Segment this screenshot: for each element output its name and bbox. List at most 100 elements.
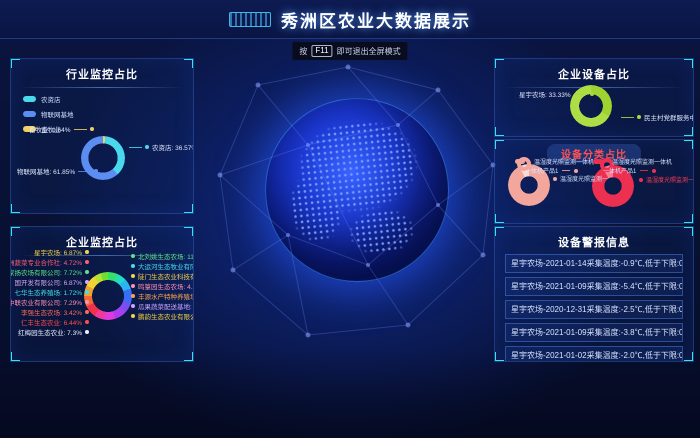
corner-bracket: [184, 226, 194, 236]
legend-swatch: [593, 159, 603, 164]
chart-callout: 物联网基地: 61.85%: [17, 166, 98, 176]
legend-label: 温湿度光照监测一体机: [534, 157, 594, 166]
callout-text: 国开发有限公司: 6.87%: [14, 277, 82, 287]
panel-industry-ratio: 行业监控占比 农资店 物联网基地 畜牧业 畜牧业: 1.64% 农资店: 36.…: [10, 58, 194, 214]
callout-text: 陡门生态农业科技有限公: [138, 271, 194, 281]
callout-dot: [131, 314, 135, 318]
enterprise-donut-chart[interactable]: [84, 272, 132, 320]
callout-dot: [639, 178, 643, 182]
panel-device-alarms: 设备警报信息 星宇农场-2021-01-14采集温度:-0.9℃,低于下限:0℃…: [494, 226, 694, 362]
corner-bracket: [684, 226, 694, 236]
callout-text: 红梅园生态农业: 7.3%: [18, 327, 82, 337]
callout-text: 北刘姚生态农场: 11.56%: [138, 251, 194, 261]
alarm-row: 星宇农场-2020-12-31采集温度:-2.5℃,低于下限:0℃: [505, 300, 683, 319]
callout-dot: [85, 310, 89, 314]
chart-callout: 秀洲蔬菜专业合作社: 4.72%: [10, 257, 89, 267]
corner-bracket: [184, 58, 194, 68]
chart-callout: 温湿度光照监测一: [639, 175, 694, 184]
chart-callout: 李强生态农场: 3.42%: [21, 307, 89, 317]
callout-dot: [652, 169, 656, 173]
tip-suffix: 即可退出全屏模式: [337, 46, 401, 57]
fullscreen-tip: 按 F11 即可退出全屏模式: [292, 42, 407, 60]
corner-bracket: [10, 352, 20, 362]
chart-callout: 民主村党群服务中心:: [621, 112, 694, 122]
chart-callout: 温湿度光照监测一: [553, 174, 608, 183]
callout-dot: [145, 145, 149, 149]
corner-bracket: [684, 139, 694, 149]
alarm-row: 星宇农场-2021-01-09采集温度:-5.4℃,低于下限:0℃: [505, 277, 683, 296]
panel-title: 企业设备占比: [495, 66, 693, 82]
chart-callout: 星宇农场: 6.87%: [34, 247, 89, 257]
corner-bracket: [494, 58, 504, 68]
chart-callout: 北刘姚生态农场: 11.56%: [131, 251, 194, 261]
callout-line: [78, 171, 91, 172]
corner-bracket: [494, 352, 504, 362]
chart-callout: 丰源水产特种养殖场: 1.: [131, 291, 194, 301]
callout-text: 丰源水产特种养殖场: 1.: [138, 291, 194, 301]
corner-bracket: [184, 352, 194, 362]
callout-dot: [85, 290, 89, 294]
chart-callout: 畜牧业: 1.64%: [29, 124, 94, 134]
corner-bracket: [10, 204, 20, 214]
corner-bracket: [10, 58, 20, 68]
globe: [265, 98, 449, 282]
legend-item[interactable]: 温湿度光照监测一体机: [515, 157, 594, 166]
callout-text: 李强生态农场: 3.42%: [21, 307, 82, 317]
callout-dot: [131, 304, 135, 308]
callout-dot: [85, 320, 89, 324]
legend-label: 农资店: [41, 94, 61, 104]
tip-prefix: 按: [299, 46, 307, 57]
dashboard: 秀洲区农业大数据展示 按 F11 即可退出全屏模式 行业监控占比 农资店 物联网…: [0, 0, 700, 438]
callout-text: 畜牧业: 1.64%: [29, 124, 71, 134]
legend-item[interactable]: 物联网基地: [23, 109, 193, 119]
callout-dot: [131, 264, 135, 268]
legend-swatch: [515, 159, 525, 164]
enterprise-labels-left: 星宇农场: 6.87% 秀洲蔬菜专业合作社: 4.72% 家扬农场有限公司: 7…: [13, 247, 89, 329]
legend-label: 物联网基地: [41, 109, 74, 119]
callout-text: 鸣篁园生态农场: 4.20%: [138, 281, 194, 291]
chart-callout: 中联农业有限公司: 7.29%: [10, 297, 89, 307]
callout-text: 家扬农场有限公司: 7.72%: [10, 267, 82, 277]
callout-dot: [131, 284, 135, 288]
chart-callout: 鸣篁园生态农场: 4.20%: [131, 281, 194, 291]
corner-bracket: [494, 226, 504, 236]
callout-dot: [590, 92, 594, 96]
callout-text: 大运河生态牧业有限责任公: [138, 261, 194, 271]
callout-line: [129, 147, 142, 148]
panel-device-ratio: 企业设备占比 星宇农场: 33.33% 民主村党群服务中心:: [494, 58, 694, 137]
callout-text: 秀洲蔬菜专业合作社: 4.72%: [10, 257, 82, 267]
corner-bracket: [684, 127, 694, 137]
legend-item[interactable]: 温湿度光照监测一体机: [593, 157, 672, 166]
callout-text: 星宇农场: 33.33%: [519, 89, 571, 99]
callout-text: 鹏韵生态农业有限公司: 6.87%: [138, 311, 194, 321]
corner-bracket: [494, 214, 504, 224]
callout-text: 七华生态养殖场: 1.72%: [14, 287, 82, 297]
callout-text: 农资店: 36.57%: [152, 142, 194, 152]
callout-dot: [85, 300, 89, 304]
callout-dot: [94, 169, 98, 173]
legend-item[interactable]: 农资店: [23, 94, 193, 104]
corner-bracket: [10, 226, 20, 236]
legend-item[interactable]: 一体机产品1: [603, 166, 656, 175]
corner-bracket: [684, 58, 694, 68]
callout-line: [562, 170, 570, 171]
corner-bracket: [684, 214, 694, 224]
callout-text: 温湿度光照监测一: [560, 174, 608, 183]
callout-text: 物联网基地: 61.85%: [17, 166, 75, 176]
callout-dot: [637, 115, 641, 119]
divider: [20, 87, 184, 88]
header-bar: 秀洲区农业大数据展示: [0, 0, 700, 39]
chart-callout: 家扬农场有限公司: 7.72%: [10, 267, 89, 277]
callout-text: 民主村党群服务中心:: [644, 112, 694, 122]
page-title: 秀洲区农业大数据展示: [281, 7, 471, 32]
chart-callout: 陡门生态农业科技有限公: [131, 271, 194, 281]
chart-callout: 七华生态养殖场: 1.72%: [14, 287, 89, 297]
corner-bracket: [494, 139, 504, 149]
alarm-row: 星宇农场-2021-01-14采集温度:-0.9℃,低于下限:0℃: [505, 254, 683, 273]
chart-callout: 瓜果蔬菜配送基地: 15.02%: [131, 301, 194, 311]
callout-text: 瓜果蔬菜配送基地: 15.02%: [138, 301, 194, 311]
callout-dot: [85, 280, 89, 284]
chart-callout: 星宇农场: 33.33%: [519, 89, 594, 99]
callout-dot: [85, 330, 89, 334]
callout-line: [621, 117, 634, 118]
